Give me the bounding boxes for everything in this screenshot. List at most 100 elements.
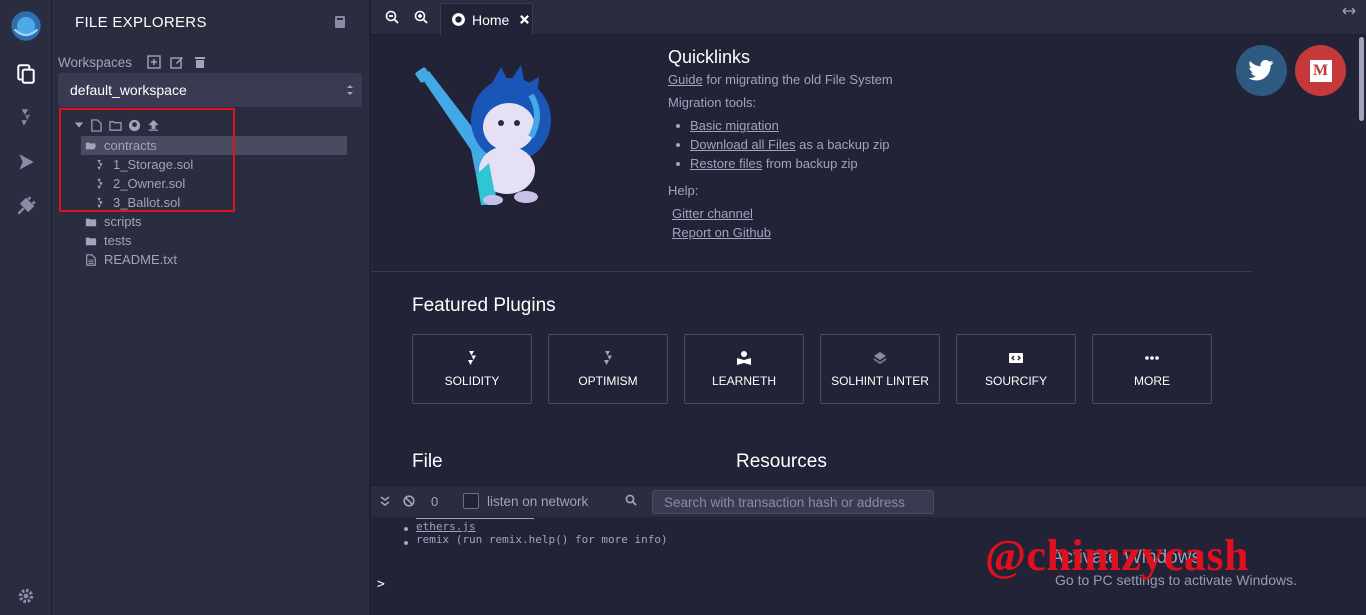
list-bullet: [676, 143, 680, 147]
migration-item: Restore files from backup zip: [690, 156, 858, 171]
gitter-channel-link[interactable]: Gitter channel: [672, 206, 753, 221]
medium-letter: M: [1312, 61, 1329, 79]
plugin-label: SOURCIFY: [984, 374, 1047, 388]
text-file-icon: [86, 253, 96, 266]
delete-workspace-icon[interactable]: [193, 55, 207, 69]
plugin-sourcify-button[interactable]: SOURCIFY: [956, 334, 1076, 404]
underline-fragment: [416, 518, 534, 519]
plugin-solhint-button[interactable]: SOLHINT LINTER: [820, 334, 940, 404]
tree-folder-tests[interactable]: tests: [85, 231, 131, 250]
solidity-icon: [468, 351, 476, 365]
tree-folder-label: tests: [104, 233, 132, 248]
tab-home[interactable]: Home: [440, 3, 533, 35]
select-caret-icon: [347, 85, 353, 95]
featured-plugins-title: Featured Plugins: [412, 295, 556, 316]
create-workspace-icon[interactable]: [147, 55, 161, 69]
migration-item: Download all Files as a backup zip: [690, 137, 889, 152]
plugin-label: MORE: [1134, 374, 1170, 388]
help-item: Gitter channel: [672, 206, 753, 221]
zoom-out-icon[interactable]: [385, 10, 399, 24]
medium-button[interactable]: M: [1295, 45, 1346, 96]
section-divider: [371, 271, 1253, 272]
settings-icon[interactable]: [0, 576, 52, 615]
restore-files-link[interactable]: Restore files: [690, 156, 762, 171]
home-panel: Quicklinks Guide for migrating the old F…: [371, 35, 1366, 485]
plugin-optimism-button[interactable]: OPTIMISM: [548, 334, 668, 404]
quicklinks-title: Quicklinks: [668, 47, 751, 67]
download-all-files-link[interactable]: Download all Files: [690, 137, 796, 152]
tree-file-readme[interactable]: README.txt: [85, 250, 177, 269]
help-item: Report on Github: [672, 225, 771, 240]
side-panel: FILE EXPLORERS Workspaces default_worksp…: [52, 0, 370, 615]
folder-icon: [85, 237, 97, 245]
resources-section-heading: Resources: [736, 451, 827, 472]
guide-link[interactable]: Guide: [668, 72, 703, 87]
migration-label: Migration tools:: [668, 95, 757, 110]
terminal-link-ethers[interactable]: ethers.js: [416, 520, 476, 533]
workspace-select[interactable]: default_workspace: [58, 73, 362, 107]
collapse-terminal-icon[interactable]: [379, 495, 391, 507]
twitter-icon: [1248, 59, 1274, 80]
solidity-compiler-icon[interactable]: [0, 98, 52, 138]
clear-console-icon[interactable]: [403, 495, 415, 507]
panel-title: FILE EXPLORERS: [75, 14, 207, 31]
plugin-label: SOLHINT LINTER: [831, 374, 929, 388]
zoom-in-icon[interactable]: [414, 10, 428, 24]
guide-suffix: for migrating the old File System: [706, 72, 893, 87]
remix-mascot-illustration: [415, 65, 551, 205]
folder-icon: [85, 218, 97, 226]
plugin-label: OPTIMISM: [578, 374, 638, 388]
remix-home-icon: [452, 13, 465, 26]
terminal-line: remix (run remix.help() for more info): [416, 533, 668, 546]
migration-item-suffix: from backup zip: [762, 156, 858, 171]
file-section-heading: File: [412, 451, 443, 472]
optimism-icon: [604, 351, 612, 365]
tree-folder-scripts[interactable]: scripts: [85, 212, 142, 231]
rename-workspace-icon[interactable]: [170, 55, 184, 69]
learneth-icon: [737, 351, 751, 365]
plugin-label: LEARNETH: [711, 374, 776, 388]
plugin-manager-icon[interactable]: [0, 186, 52, 226]
workspaces-label: Workspaces: [58, 55, 133, 70]
terminal-prompt[interactable]: >: [377, 577, 385, 592]
search-icon: [625, 494, 637, 506]
plugin-solidity-button[interactable]: SOLIDITY: [412, 334, 532, 404]
twitter-button[interactable]: [1236, 45, 1287, 96]
solhint-icon: [873, 352, 887, 365]
migration-item-suffix: as a backup zip: [795, 137, 890, 152]
plugin-learneth-button[interactable]: LEARNETH: [684, 334, 804, 404]
listen-network-checkbox[interactable]: [463, 493, 479, 509]
basic-migration-link[interactable]: Basic migration: [690, 118, 779, 133]
workspace-select-value: default_workspace: [70, 82, 187, 98]
remix-logo-icon[interactable]: [0, 4, 52, 48]
expand-arrows-icon[interactable]: [1342, 6, 1356, 16]
scrollbar-thumb[interactable]: [1359, 37, 1364, 121]
plugin-more-button[interactable]: MORE: [1092, 334, 1212, 404]
sourcify-icon: [1009, 353, 1023, 363]
pending-tx-count: 0: [431, 494, 439, 509]
tab-bar: Home: [371, 0, 1366, 35]
listen-network-label: listen on network: [487, 494, 589, 509]
watermark-text: @chimzycash: [985, 531, 1249, 580]
highlight-annotation-box: [59, 108, 235, 212]
list-bullet: [676, 162, 680, 166]
file-explorer-icon[interactable]: [0, 54, 52, 94]
ellipsis-icon: [1145, 356, 1159, 360]
deploy-run-icon[interactable]: [0, 142, 52, 182]
terminal-toolbar: 0 listen on network: [371, 485, 1366, 517]
help-label: Help:: [668, 183, 699, 198]
guide-line: Guide for migrating the old File System: [668, 72, 893, 87]
list-bullet: [404, 527, 408, 531]
plugin-label: SOLIDITY: [444, 374, 500, 388]
list-bullet: [676, 124, 680, 128]
tx-search-input[interactable]: [652, 490, 934, 514]
close-tab-icon[interactable]: [519, 14, 530, 25]
icon-panel: [0, 0, 52, 615]
tree-file-label: README.txt: [104, 252, 177, 267]
tree-folder-label: scripts: [104, 214, 142, 229]
migration-item: Basic migration: [690, 118, 779, 133]
report-github-link[interactable]: Report on Github: [672, 225, 771, 240]
list-bullet: [404, 541, 408, 545]
medium-icon: M: [1309, 59, 1332, 82]
docs-book-icon[interactable]: [333, 15, 347, 29]
